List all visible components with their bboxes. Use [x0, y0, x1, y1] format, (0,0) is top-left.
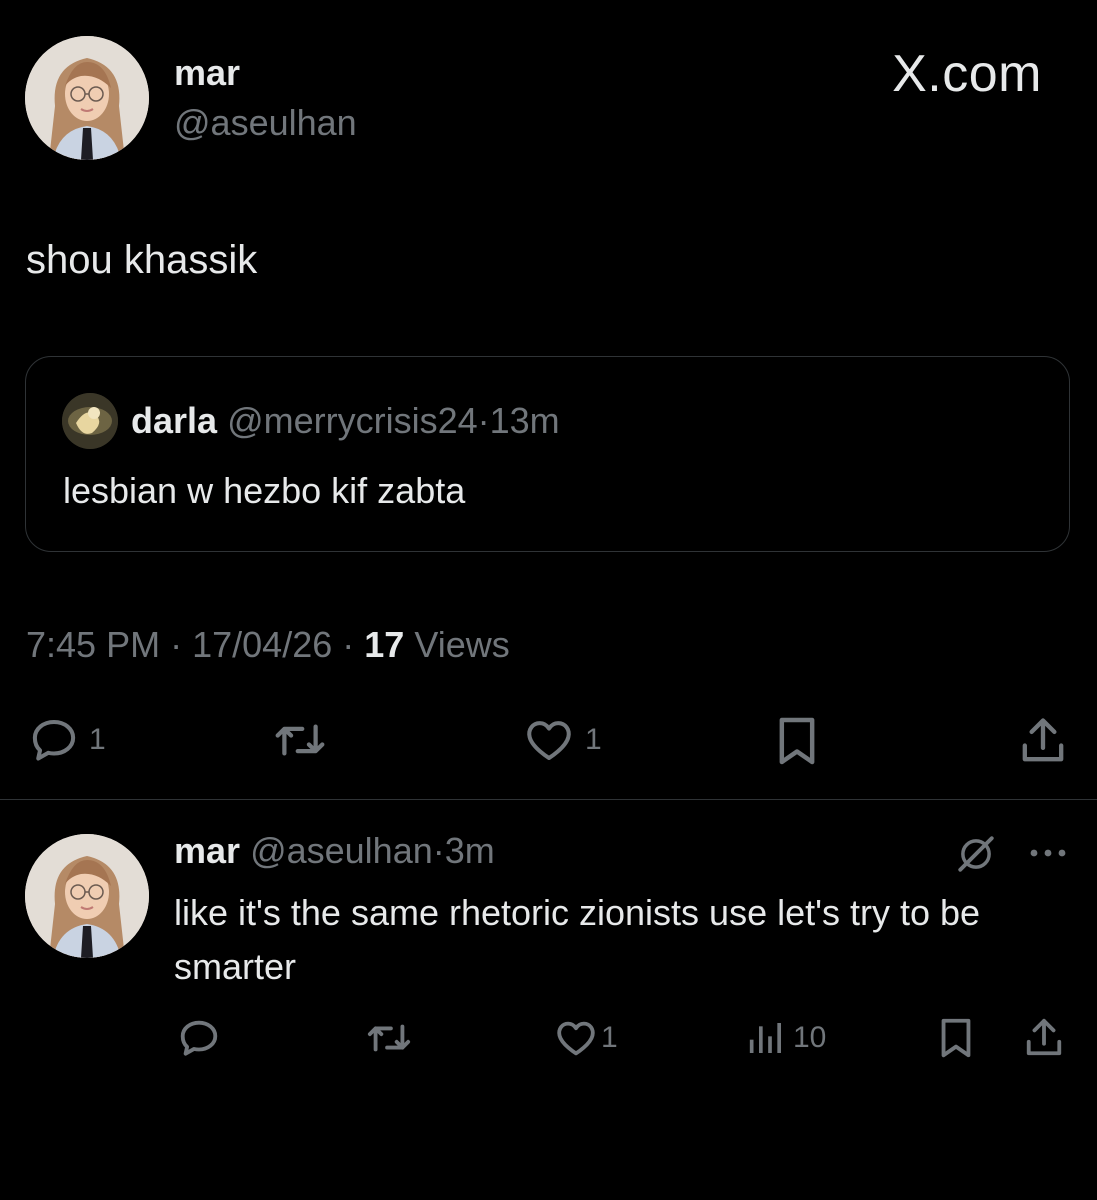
bookmark-icon — [941, 1018, 971, 1058]
author-name[interactable]: mar — [174, 52, 240, 94]
meta-separator: · — [342, 624, 355, 665]
divider — [0, 799, 1097, 800]
post-meta: 7:45 PM · 17/04/26 · 17 Views — [26, 624, 510, 666]
reply-share-button[interactable] — [1023, 1015, 1065, 1061]
heart-icon — [527, 721, 571, 761]
reply-author-name[interactable]: mar — [174, 830, 240, 871]
reply-views-button[interactable]: 10 — [745, 1015, 826, 1061]
bookmark-icon — [779, 717, 815, 765]
x-com-logo: X.com — [892, 44, 1042, 104]
reply-views-count: 10 — [793, 1021, 827, 1054]
share-icon — [1022, 718, 1064, 762]
reply-count: 1 — [89, 723, 106, 756]
reply-author-avatar[interactable] — [25, 834, 149, 958]
views-label: Views — [414, 624, 510, 665]
reply-like-count: 1 — [601, 1021, 618, 1054]
author-avatar[interactable] — [25, 36, 149, 160]
avatar-photo — [25, 834, 149, 958]
share-icon — [1026, 1018, 1062, 1056]
quoted-author-avatar[interactable] — [62, 393, 118, 449]
quoted-post-text: lesbian w hezbo kif zabta — [63, 470, 466, 511]
post-text: shou khassik — [26, 238, 258, 282]
bookmark-button[interactable] — [773, 713, 821, 769]
meta-separator: · — [170, 624, 183, 665]
more-dots-icon[interactable] — [1027, 841, 1069, 870]
quoted-post-card[interactable] — [25, 356, 1070, 552]
reply-bookmark-button[interactable] — [936, 1015, 976, 1061]
reply-like-button[interactable]: 1 — [553, 1015, 618, 1061]
reply-text: like it's the same rhetoric zionists use… — [174, 892, 981, 987]
reply-bubble-icon — [180, 1020, 218, 1056]
quoted-post-header: darla @merrycrisis24·13m — [131, 400, 560, 442]
post-date[interactable]: 17/04/26 — [192, 624, 332, 665]
reply-bubble-icon — [32, 719, 76, 761]
author-handle[interactable]: @aseulhan — [174, 102, 357, 144]
quoted-time[interactable]: 13m — [490, 400, 560, 441]
quoted-author-name[interactable]: darla — [131, 400, 217, 441]
heart-icon — [557, 1021, 595, 1056]
brand-logo-text: X.com — [892, 45, 1042, 103]
reply-time[interactable]: 3m — [445, 830, 495, 871]
quoted-author-handle[interactable]: @merrycrisis24 — [227, 400, 478, 441]
views-count: 17 — [364, 624, 405, 665]
reply-button[interactable]: 1 — [27, 713, 106, 767]
avatar-photo — [25, 36, 149, 160]
post-time[interactable]: 7:45 PM — [26, 624, 160, 665]
reply-retweet-button[interactable] — [364, 1015, 414, 1061]
reply-author-handle[interactable]: @aseulhan — [250, 830, 433, 871]
like-button[interactable]: 1 — [521, 713, 602, 767]
reply-reply-button[interactable] — [176, 1015, 222, 1061]
reply-header: mar @aseulhan·3m — [174, 830, 495, 872]
reply-separator: · — [432, 830, 445, 871]
views-bar-chart-icon — [749, 1023, 781, 1053]
retweet-icon — [275, 724, 325, 756]
retweet-button[interactable] — [271, 713, 329, 767]
quoted-avatar-image — [62, 393, 118, 449]
share-button[interactable] — [1018, 713, 1068, 769]
quoted-separator: · — [477, 400, 490, 441]
like-count: 1 — [585, 723, 602, 756]
retweet-icon — [367, 1024, 411, 1052]
grok-icon[interactable] — [955, 833, 997, 880]
